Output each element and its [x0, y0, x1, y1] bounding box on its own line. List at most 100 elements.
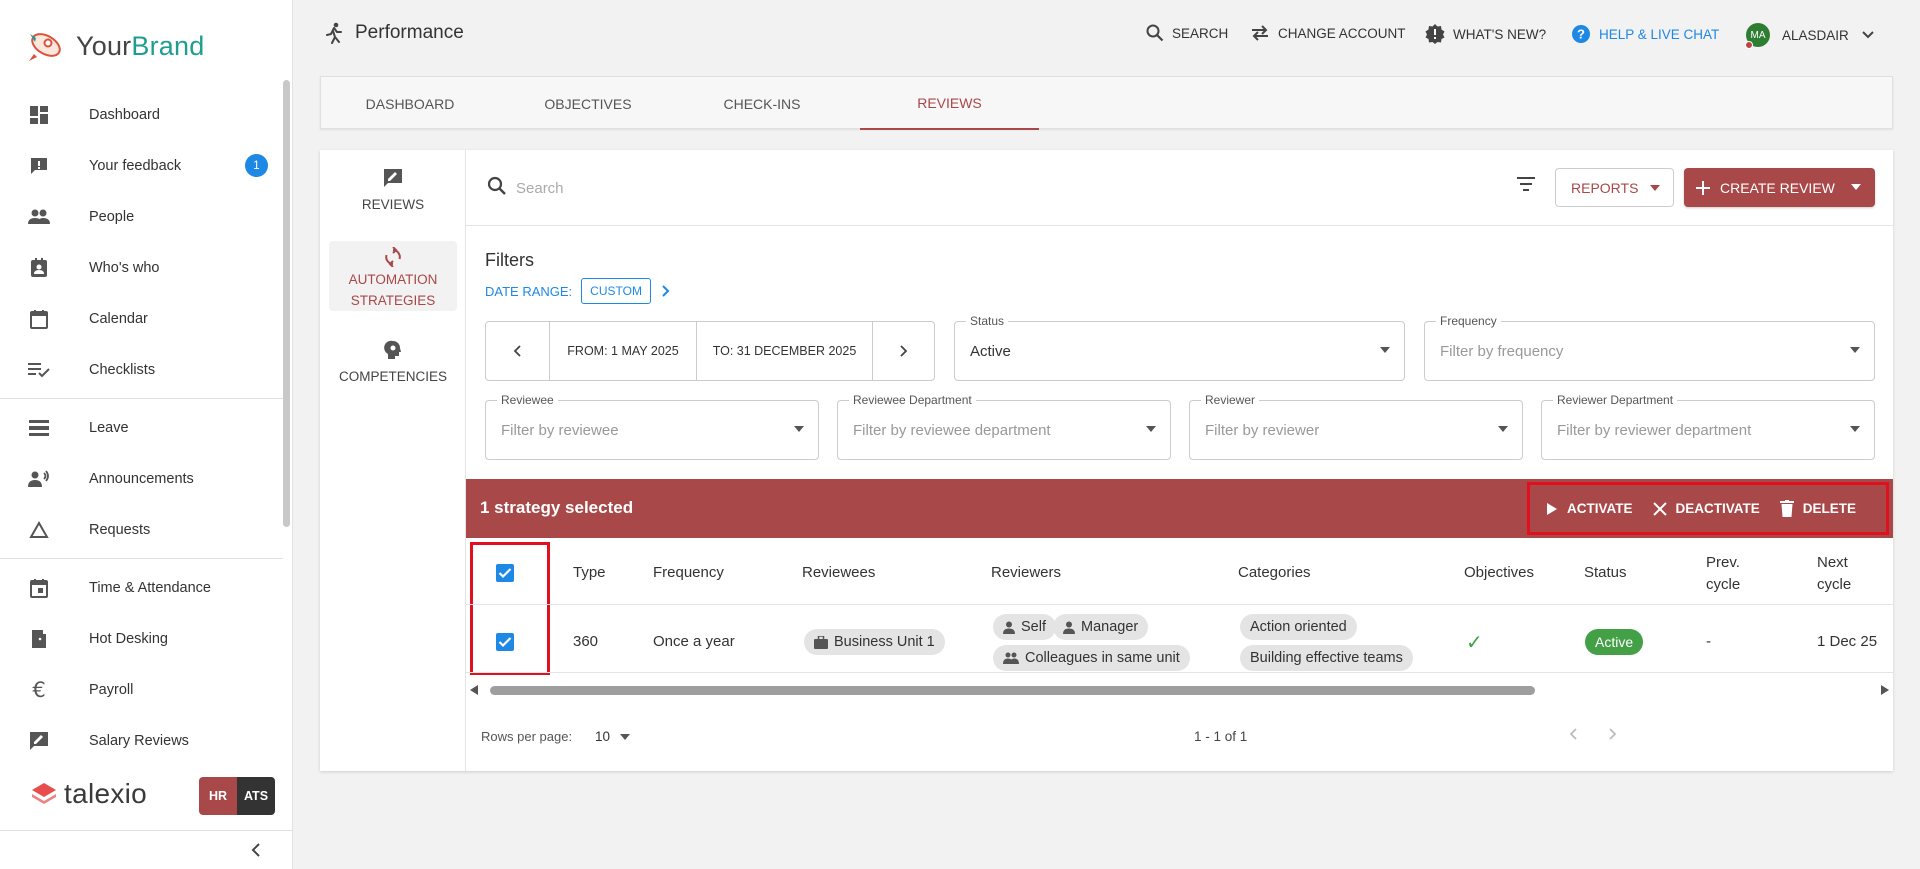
search-input[interactable] [516, 174, 1216, 202]
scrollbar-thumb[interactable] [490, 686, 1535, 695]
sidebar-item-leave[interactable]: Leave [0, 402, 283, 453]
reports-button[interactable]: REPORTS [1555, 168, 1674, 207]
status-select[interactable]: Status Active [954, 314, 1405, 381]
reviewer-select[interactable]: Reviewer Filter by reviewer [1189, 393, 1523, 460]
sidebar-item-dashboard[interactable]: Dashboard [0, 89, 283, 140]
caret-down-icon [1380, 347, 1390, 353]
table-horizontal-scrollbar[interactable] [466, 681, 1893, 699]
category-chip: Action oriented [1240, 614, 1357, 640]
reviewer-department-select[interactable]: Reviewer Department Filter by reviewer d… [1541, 393, 1875, 460]
pagination: Rows per page: 10 1 - 1 of 1 [466, 715, 1893, 755]
row-divider [466, 672, 1893, 673]
rate-review-icon [384, 169, 402, 187]
filter-icon[interactable] [1517, 177, 1535, 191]
row-checkbox[interactable] [496, 633, 514, 651]
talexio-wordmark: talexio [64, 778, 148, 809]
sidebar-item-time-attendance[interactable]: Time & Attendance [0, 562, 283, 613]
rows-per-page-select[interactable]: 10 [595, 729, 631, 744]
status-select-label: Status [966, 314, 1009, 328]
subnav-competencies[interactable]: COMPETENCIES [329, 340, 457, 400]
subnav-automation-strategies[interactable]: AUTOMATION STRATEGIES [329, 241, 457, 311]
column-header-prev-cycle[interactable]: Prev. cycle [1706, 552, 1740, 596]
create-review-button[interactable]: CREATE REVIEW [1684, 168, 1875, 207]
talexio-layers-icon [32, 783, 56, 804]
date-range-mode-chip[interactable]: CUSTOM [581, 278, 651, 304]
column-header-next-cycle[interactable]: Next cycle [1817, 552, 1851, 596]
checkmark-icon [498, 637, 512, 648]
date-from[interactable]: FROM: 1 MAY 2025 [550, 322, 697, 380]
select-all-checkbox[interactable] [496, 564, 514, 582]
sidebar-item-label: Time & Attendance [89, 579, 211, 596]
tab-check-ins[interactable]: CHECK-INS [677, 77, 847, 130]
column-header-frequency[interactable]: Frequency [653, 564, 724, 581]
chevron-right-icon[interactable] [661, 285, 671, 297]
reviewer-select-placeholder: Filter by reviewer [1205, 422, 1320, 439]
sidebar-item-your-feedback[interactable]: Your feedback 1 [0, 140, 283, 191]
reviews-card: REVIEWS AUTOMATION STRATEGIES COMPETENCI… [320, 150, 1893, 771]
prev-period-button[interactable] [486, 322, 550, 380]
sidebar-scrollbar[interactable] [283, 80, 290, 527]
sidebar-item-requests[interactable]: Requests [0, 504, 283, 555]
deactivate-button[interactable]: DEACTIVATE [1652, 501, 1760, 516]
header-divider [466, 604, 1893, 605]
sidebar-item-calendar[interactable]: Calendar [0, 293, 283, 344]
euro-icon: € [32, 677, 46, 702]
reviewee-department-select[interactable]: Reviewee Department Filter by reviewee d… [837, 393, 1171, 460]
column-header-categories[interactable]: Categories [1238, 564, 1311, 581]
subnav-reviews[interactable]: REVIEWS [329, 168, 457, 228]
header-search-label: SEARCH [1172, 25, 1229, 41]
status-select-value: Active [970, 343, 1011, 360]
briefcase-icon [814, 635, 828, 649]
change-account-button[interactable]: CHANGE ACCOUNT [1250, 24, 1406, 42]
header-search-button[interactable]: SEARCH [1146, 24, 1228, 42]
sidebar-item-payroll[interactable]: € Payroll [0, 664, 283, 715]
tab-objectives[interactable]: OBJECTIVES [499, 77, 677, 130]
scroll-left-arrow-icon[interactable] [470, 685, 478, 695]
activate-button[interactable]: ACTIVATE [1546, 501, 1633, 516]
sidebar-item-people[interactable]: People [0, 191, 283, 242]
tab-dashboard[interactable]: DASHBOARD [321, 77, 499, 130]
whats-new-button[interactable]: WHAT'S NEW? [1425, 24, 1546, 44]
reviewee-select[interactable]: Reviewee Filter by reviewee [485, 393, 819, 460]
performance-tabs: DASHBOARD OBJECTIVES CHECK-INS REVIEWS [320, 76, 1893, 130]
delete-label: DELETE [1802, 501, 1857, 516]
hr-system-button[interactable]: HR [199, 777, 237, 815]
page-title: Performance [325, 22, 464, 44]
previous-page-button[interactable] [1568, 727, 1580, 741]
column-header-status[interactable]: Status [1584, 564, 1627, 581]
create-review-label: CREATE REVIEW [1720, 179, 1835, 196]
reviewee-select-label: Reviewee [497, 393, 558, 407]
deactivate-label: DEACTIVATE [1675, 501, 1760, 516]
brand-logo[interactable]: YourBrand [26, 26, 204, 66]
ats-system-button[interactable]: ATS [237, 777, 275, 815]
next-period-button[interactable] [873, 322, 934, 380]
user-menu[interactable]: MA ALASDAIR [1745, 23, 1875, 49]
toolbar: REPORTS CREATE REVIEW [466, 150, 1893, 226]
sidebar-item-announcements[interactable]: Announcements [0, 453, 283, 504]
reviewee-select-placeholder: Filter by reviewee [501, 422, 619, 439]
column-header-reviewees[interactable]: Reviewees [802, 564, 875, 581]
sidebar-item-salary-reviews[interactable]: Salary Reviews [0, 715, 283, 766]
column-header-reviewers[interactable]: Reviewers [991, 564, 1061, 581]
chevron-left-icon[interactable] [248, 841, 266, 859]
sidebar-item-hot-desking[interactable]: Hot Desking [0, 613, 283, 664]
page-title-text: Performance [355, 22, 464, 43]
sidebar-item-checklists[interactable]: Checklists [0, 344, 283, 395]
sidebar: YourBrand Dashboard Your feedback 1 Peop… [0, 0, 293, 869]
help-live-chat-button[interactable]: ? HELP & LIVE CHAT [1571, 24, 1719, 44]
automation-strategies-panel: REPORTS CREATE REVIEW Filters DATE RANGE… [466, 150, 1893, 771]
column-header-objectives[interactable]: Objectives [1464, 564, 1534, 581]
tab-reviews[interactable]: REVIEWS [860, 77, 1039, 130]
sidebar-item-whos-who[interactable]: Who's who [0, 242, 283, 293]
delete-button[interactable]: DELETE [1779, 500, 1857, 517]
scroll-right-arrow-icon[interactable] [1881, 685, 1889, 695]
frequency-select[interactable]: Frequency Filter by frequency [1424, 314, 1875, 381]
dashboard-icon [27, 103, 51, 127]
sidebar-divider [0, 558, 283, 559]
next-page-button[interactable] [1606, 727, 1618, 741]
selection-count: 1 strategy selected [480, 498, 634, 517]
change-account-label: CHANGE ACCOUNT [1278, 25, 1406, 41]
column-header-type[interactable]: Type [573, 564, 606, 581]
date-to[interactable]: TO: 31 DECEMBER 2025 [697, 322, 873, 380]
selection-bar: 1 strategy selected ACTIVATE DEACTIVATE … [466, 479, 1893, 538]
